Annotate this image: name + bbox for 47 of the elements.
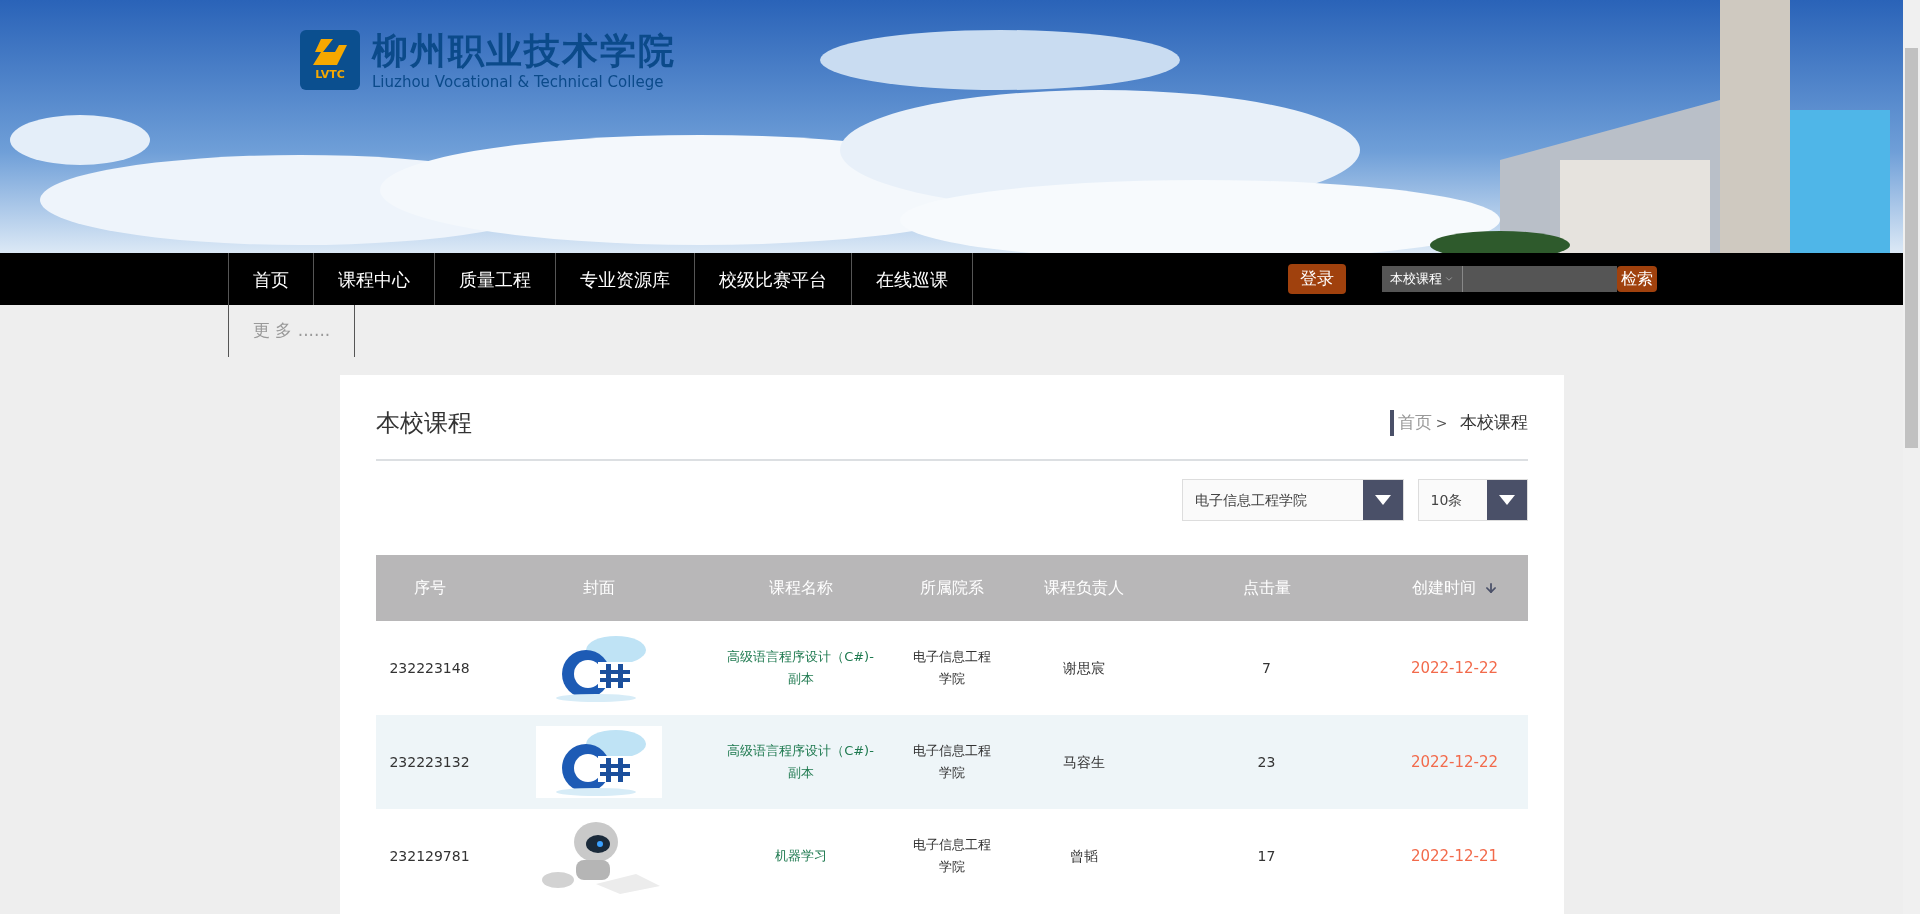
nav-link[interactable]: 质量工程: [435, 253, 556, 305]
column-header: 封面: [582, 577, 615, 599]
course-owner: 曾韬: [1069, 846, 1098, 866]
column-header: 点击量: [1242, 577, 1291, 599]
filter-dropdown[interactable]: 电子信息工程学院: [1181, 479, 1404, 521]
login-button[interactable]: 登录: [1288, 264, 1346, 294]
column-header: 序号: [413, 577, 446, 599]
nav-link[interactable]: 专业资源库: [556, 253, 695, 305]
department-cell-text: 电子信息工程学院: [911, 742, 992, 782]
filter-dropdown[interactable]: 10条: [1417, 479, 1528, 521]
search-button[interactable]: 检索: [1617, 266, 1657, 292]
search-field[interactable]: [1463, 266, 1617, 292]
department-cell-text: 电子信息工程学院: [911, 836, 992, 876]
nav-link[interactable]: 在线巡课: [852, 253, 973, 305]
column-header: 课程名称: [768, 577, 833, 599]
department-cell-text: 电子信息工程学院: [911, 648, 992, 688]
click-count: 17: [1257, 846, 1276, 866]
course-name-link[interactable]: 高级语言程序设计（C#)-副本: [725, 646, 876, 690]
nav-link[interactable]: 首页: [229, 253, 314, 305]
created-date: 2022-12-22: [1410, 751, 1499, 773]
course-owner: 马容生: [1062, 752, 1105, 772]
click-count: 23: [1257, 752, 1276, 772]
created-date: 2022-12-22: [1410, 657, 1499, 679]
created-date: 2022-12-21: [1410, 845, 1499, 867]
college-name: 柳州职业技术学院: [372, 29, 676, 73]
click-count: 7: [1262, 658, 1271, 678]
course-owner: 谢思宸: [1062, 658, 1105, 678]
course-number: 232223132: [389, 752, 470, 772]
column-header: 所属院系: [919, 577, 984, 599]
lightning-logo-icon: [313, 39, 347, 66]
page-title: 本校课程: [375, 408, 472, 439]
scrollbar-thumb[interactable]: [1905, 48, 1918, 448]
nav-link[interactable]: 校级比赛平台: [695, 253, 852, 305]
course-number: 232223148: [389, 658, 470, 678]
column-header: 创建时间: [1411, 577, 1476, 599]
logo-badge-text: LVTC: [315, 69, 345, 81]
nav-link[interactable]: 课程中心: [314, 253, 435, 305]
course-name-link[interactable]: 机器学习: [774, 845, 827, 867]
college-english-name: Liuzhou Vocational & Technical College: [372, 73, 665, 92]
column-header: 课程负责人: [1043, 577, 1124, 599]
sort-arrow-icon[interactable]: [1483, 581, 1498, 595]
caret-icon: [1444, 274, 1454, 284]
breadcrumb-link[interactable]: 本校课程: [1459, 410, 1528, 436]
course-number: 232129781: [389, 846, 470, 866]
breadcrumb-separator: >: [1435, 413, 1448, 433]
course-name-link[interactable]: 高级语言程序设计（C#)-副本: [725, 740, 876, 784]
search-scope-select[interactable]: 本校课程: [1382, 266, 1463, 292]
